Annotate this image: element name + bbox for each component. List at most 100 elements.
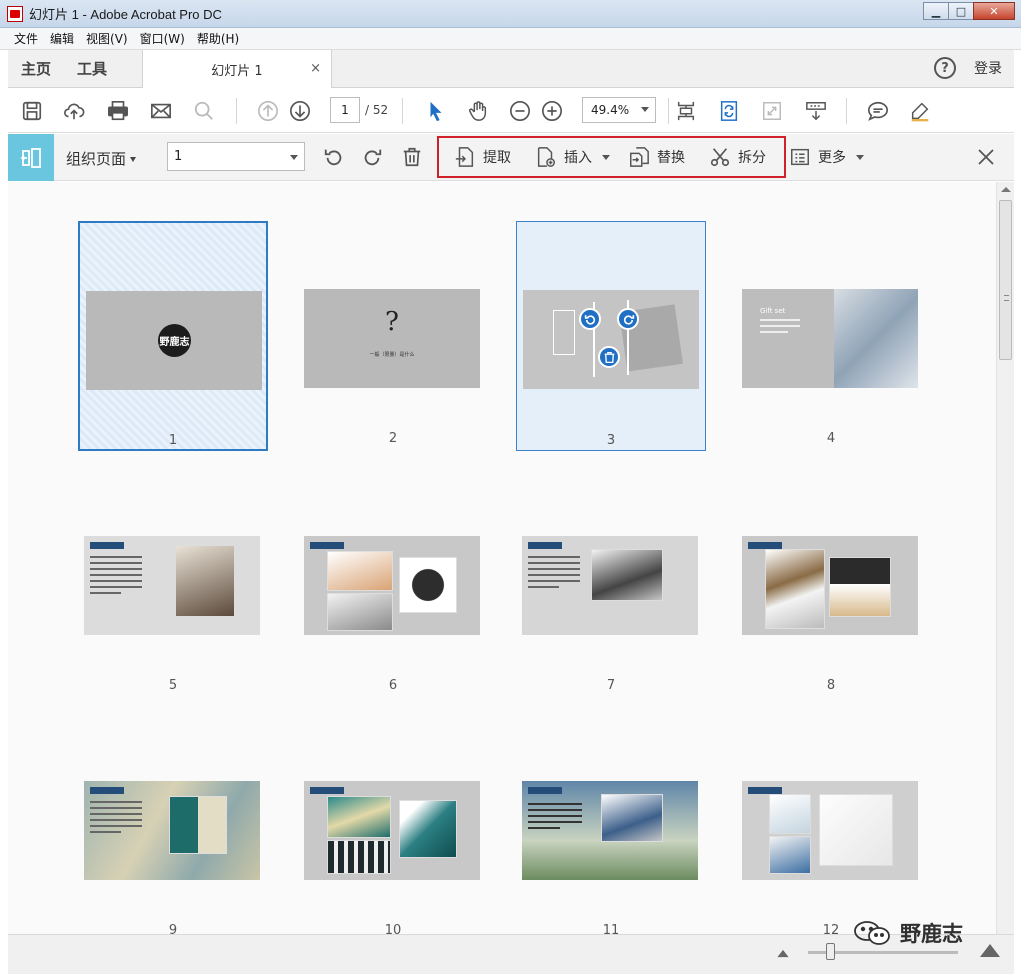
help-icon[interactable]: ?: [934, 57, 956, 79]
fullscreen-icon[interactable]: [758, 97, 786, 125]
page-thumbnail[interactable]: 6: [298, 472, 488, 702]
chevron-down-icon: [856, 154, 864, 160]
page-thumbnail[interactable]: ? 一般（限量）是什么 2: [298, 221, 488, 451]
organize-pages-icon[interactable]: [8, 134, 54, 181]
more-label: 更多: [818, 150, 846, 166]
page-thumbnail[interactable]: 10: [298, 717, 488, 934]
mail-icon[interactable]: [147, 97, 175, 125]
page-down-icon[interactable]: [286, 97, 314, 125]
close-icon[interactable]: [976, 147, 996, 167]
zoom-out-icon[interactable]: [506, 97, 534, 125]
insert-button[interactable]: 插入: [535, 146, 610, 168]
slide-photo: [602, 795, 662, 841]
tab-home[interactable]: 主页: [8, 58, 64, 79]
slide-caption: 一般（限量）是什么: [369, 352, 415, 358]
page-thumbnail[interactable]: 11: [516, 717, 706, 934]
slide-preview: [304, 536, 480, 635]
page-thumbnail-selected[interactable]: 野鹿志 1: [78, 221, 268, 451]
delete-icon: [604, 351, 614, 363]
page-thumbnail[interactable]: 12: [736, 717, 926, 934]
window-controls: ▁ □ ✕: [923, 2, 1015, 20]
page-thumbnail[interactable]: 8: [736, 472, 926, 702]
slide-preview: ? 一般（限量）是什么: [304, 289, 480, 388]
scrollbar-thumb[interactable]: [999, 200, 1012, 360]
thumbnail-size-slider-knob[interactable]: [826, 943, 835, 960]
page-number-label: 10: [384, 923, 402, 934]
menu-edit[interactable]: 编辑: [44, 30, 80, 47]
menu-view[interactable]: 视图(V): [80, 30, 134, 47]
zoom-level-value: 49.4%: [591, 103, 630, 117]
rotate-left-overlay-button[interactable]: [579, 308, 601, 330]
slide-photo: [328, 594, 392, 630]
slide-photo: [830, 558, 890, 616]
rotate-view-icon[interactable]: [715, 97, 743, 125]
vertical-scrollbar[interactable]: [996, 182, 1014, 934]
comment-icon[interactable]: [864, 97, 892, 125]
rotate-left-icon[interactable]: [321, 144, 347, 170]
minimize-button[interactable]: ▁: [923, 2, 949, 20]
slide-photo: [766, 550, 824, 628]
page-thumbnail[interactable]: 7: [516, 472, 706, 702]
slide-photo: [770, 795, 810, 833]
select-arrow-icon[interactable]: [422, 97, 450, 125]
thumbnail-large-icon[interactable]: [980, 944, 1000, 957]
title-bar: 幻灯片 1 - Adobe Acrobat Pro DC ▁ □ ✕: [0, 0, 1021, 28]
close-window-button[interactable]: ✕: [973, 2, 1015, 20]
slide-photo: [400, 558, 456, 612]
split-button[interactable]: 拆分: [709, 146, 766, 168]
page-up-icon[interactable]: [254, 97, 282, 125]
watermark-text: 野鹿志: [900, 922, 963, 946]
zoom-level-select[interactable]: 49.4%: [582, 97, 656, 123]
page-number-label: 6: [388, 678, 398, 693]
save-icon[interactable]: [18, 97, 46, 125]
thumbnail-small-icon[interactable]: [777, 949, 789, 958]
page-thumbnail[interactable]: 5: [78, 472, 268, 702]
page-thumbnail-grid: 野鹿志 1 ? 一般（限量）是什么 2 3 Gift set 4 5 6 7 8…: [8, 182, 996, 934]
organize-pages-menu[interactable]: 组织页面: [66, 148, 137, 169]
replace-button[interactable]: 替换: [628, 146, 685, 168]
slide-photo: [834, 289, 918, 388]
rotate-right-overlay-button[interactable]: [617, 308, 639, 330]
extract-button[interactable]: 提取: [454, 146, 511, 168]
page-thumbnail-hovered[interactable]: 3: [516, 221, 706, 451]
menu-bar: 文件 编辑 视图(V) 窗口(W) 帮助(H): [0, 28, 1021, 50]
menu-window[interactable]: 窗口(W): [134, 30, 191, 47]
slide-preview: [522, 781, 698, 880]
tab-tools[interactable]: 工具: [64, 58, 120, 79]
zoom-in-icon[interactable]: [538, 97, 566, 125]
login-button[interactable]: 登录: [974, 58, 1002, 78]
highlight-pen-icon[interactable]: [906, 97, 934, 125]
menu-help[interactable]: 帮助(H): [191, 30, 245, 47]
more-button[interactable]: 更多: [789, 146, 864, 168]
hand-icon[interactable]: [464, 97, 492, 125]
scroll-mode-icon[interactable]: [802, 97, 830, 125]
slide-photo: [592, 550, 662, 600]
document-tab[interactable]: 幻灯片 1 ×: [142, 50, 332, 88]
slide-preview: [84, 536, 260, 635]
tab-bar: 主页 工具 幻灯片 1 × ? 登录: [8, 50, 1014, 88]
page-thumbnail[interactable]: 9: [78, 717, 268, 934]
window-title: 幻灯片 1 - Adobe Acrobat Pro DC: [29, 7, 222, 22]
chevron-down-icon: [641, 107, 649, 112]
slide-preview: Gift set: [742, 289, 918, 388]
upload-icon[interactable]: [60, 97, 88, 125]
organize-pages-toolbar: 组织页面 1 提取 插入 替换 拆分 更多: [8, 134, 1014, 181]
fit-page-icon[interactable]: [672, 97, 700, 125]
print-icon[interactable]: [104, 97, 132, 125]
page-range-select[interactable]: 1: [167, 142, 305, 171]
page-number-input[interactable]: 1: [330, 97, 360, 123]
search-icon[interactable]: [190, 97, 218, 125]
menu-file[interactable]: 文件: [8, 30, 44, 47]
rotate-right-icon[interactable]: [359, 144, 385, 170]
scroll-up-arrow-icon[interactable]: [1001, 187, 1011, 192]
toolbar-divider: [668, 98, 669, 124]
chevron-down-icon: [130, 157, 137, 162]
delete-overlay-button[interactable]: [598, 346, 620, 368]
delete-icon[interactable]: [399, 144, 425, 170]
document-tab-close-button[interactable]: ×: [310, 61, 321, 76]
slide-photo: [176, 546, 234, 616]
page-thumbnail[interactable]: Gift set 4: [736, 221, 926, 451]
page-number-label: 7: [606, 678, 616, 693]
maximize-button[interactable]: □: [948, 2, 974, 20]
extract-icon: [455, 147, 474, 167]
